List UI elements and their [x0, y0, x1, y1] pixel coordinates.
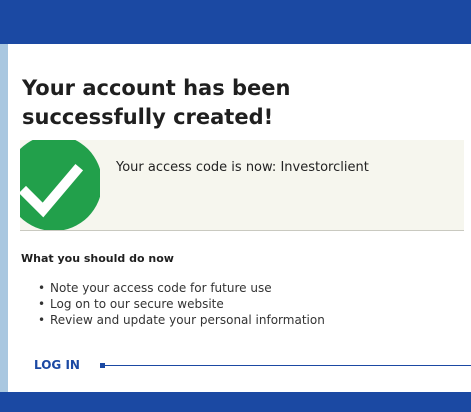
list-item: Log on to our secure website	[38, 296, 325, 312]
list-item: Note your access code for future use	[38, 280, 325, 296]
footer-bar	[0, 392, 471, 412]
list-item: Review and update your personal informat…	[38, 312, 325, 328]
header-bar	[0, 0, 471, 44]
link-underline	[102, 365, 471, 366]
access-code-notice: Your access code is now: Investorclient	[20, 140, 464, 231]
next-steps-heading: What you should do now	[21, 252, 174, 265]
access-code-message: Your access code is now: Investorclient	[116, 160, 369, 175]
page-title: Your account has been successfully creat…	[22, 76, 291, 129]
login-link[interactable]: LOG IN	[34, 358, 80, 372]
confirmation-card: Your account has been successfully creat…	[8, 44, 471, 394]
checkmark-icon	[20, 140, 100, 230]
next-steps-list: Note your access code for future use Log…	[38, 280, 325, 328]
